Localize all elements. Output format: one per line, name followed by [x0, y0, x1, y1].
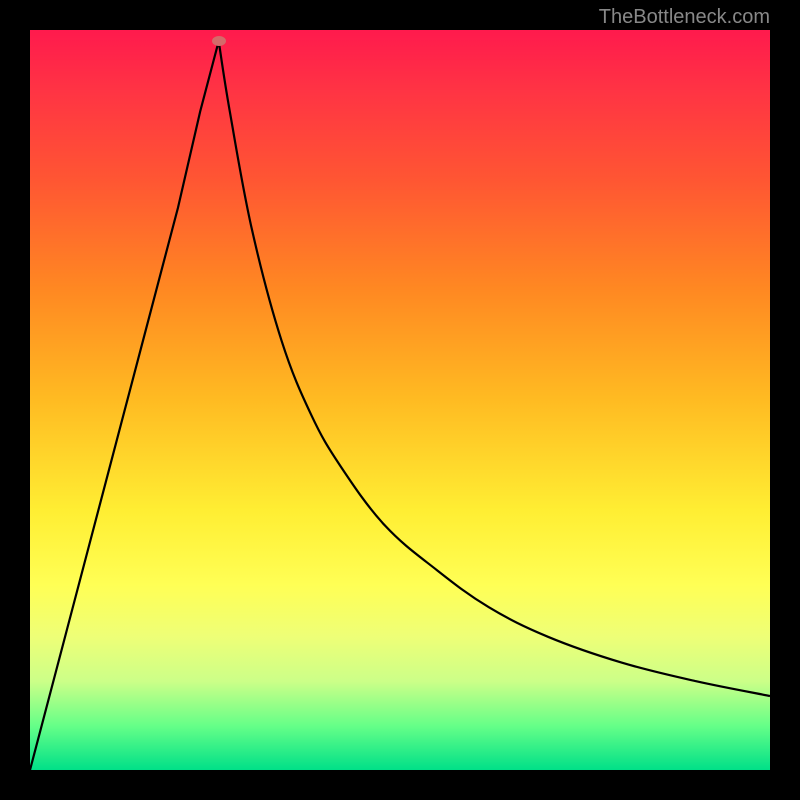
watermark-text: TheBottleneck.com — [599, 6, 770, 29]
optimal-point-marker — [212, 36, 226, 46]
bottleneck-curve — [30, 30, 770, 770]
